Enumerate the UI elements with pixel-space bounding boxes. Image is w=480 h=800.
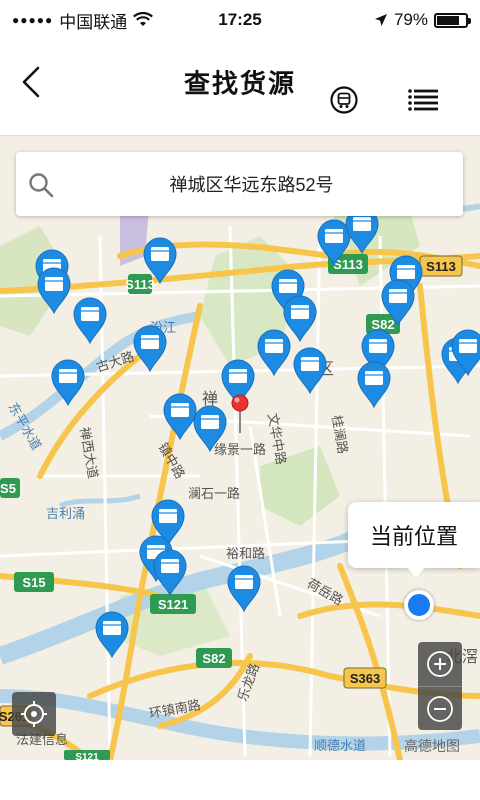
cargo-pin[interactable] xyxy=(450,328,480,376)
map-label: 吉利涌 xyxy=(46,506,85,521)
list-icon[interactable] xyxy=(408,88,438,112)
search-location-marker xyxy=(231,394,249,433)
zoom-in-button[interactable] xyxy=(418,642,462,686)
map-provider-logo: 高德地图 xyxy=(404,738,460,754)
map-label: 顺德水道 xyxy=(314,738,366,753)
cargo-pin[interactable] xyxy=(192,404,228,452)
minus-icon xyxy=(427,695,453,722)
cargo-pin[interactable] xyxy=(152,548,188,596)
zoom-out-button[interactable] xyxy=(418,686,462,730)
locate-me-button[interactable] xyxy=(12,692,56,736)
location-arrow-icon xyxy=(374,14,387,26)
chevron-left-icon[interactable] xyxy=(14,62,54,102)
zoom-controls xyxy=(418,642,462,730)
search-address: 禅城区华远东路52号 xyxy=(169,175,334,195)
search-bar[interactable]: 禅城区华远东路52号 xyxy=(16,152,463,216)
current-location-callout: 当前位置 xyxy=(348,502,480,568)
status-left: ●●●●● 中国联通 xyxy=(12,8,154,33)
road-shield: S82 xyxy=(202,651,225,666)
truck-icon[interactable] xyxy=(330,86,358,114)
road-shield: S15 xyxy=(22,575,45,590)
map-label: 乐龙路 xyxy=(235,661,262,703)
cargo-pin[interactable] xyxy=(226,564,262,612)
map-label: 桂澜路 xyxy=(329,414,351,455)
cargo-pin[interactable] xyxy=(142,236,178,284)
map-label: 荷岳路 xyxy=(305,576,346,608)
road-shield: S121 xyxy=(75,752,99,760)
current-location-dot[interactable] xyxy=(404,590,434,620)
map-view[interactable]: S113 S113 S82 S113 S15 S121 S82 S363 S26… xyxy=(0,136,480,760)
navigation-bar: 查找货源 xyxy=(0,40,480,136)
cargo-pin[interactable] xyxy=(380,278,416,326)
map-label: 禅西大道 xyxy=(77,426,101,480)
road-shield: S5 xyxy=(0,481,16,496)
wifi-icon xyxy=(133,12,154,26)
app-screen: ●●●●● 中国联通 17:25 79% 查找货源 S113 S113 S82 … xyxy=(0,0,480,800)
cargo-pin[interactable] xyxy=(50,358,86,406)
cargo-pin[interactable] xyxy=(94,610,130,658)
cargo-pin[interactable] xyxy=(292,346,328,394)
map-label: 裕和路 xyxy=(226,546,265,561)
map-label: 澜石一路 xyxy=(188,486,240,501)
signal-strength: ●●●●● xyxy=(12,13,54,27)
search-icon xyxy=(29,173,54,198)
callout-tail xyxy=(406,566,426,578)
battery-percent: 79% xyxy=(393,10,428,29)
crosshair-icon xyxy=(21,701,47,727)
cargo-pin[interactable] xyxy=(72,296,108,344)
road-shield: S113 xyxy=(426,259,456,274)
battery-level xyxy=(437,15,459,25)
status-right: 79% xyxy=(374,10,471,30)
map-background: S113 S113 S82 S113 S15 S121 S82 S363 S26… xyxy=(0,176,480,760)
cargo-pin[interactable] xyxy=(256,328,292,376)
battery-icon xyxy=(434,12,471,28)
road-shield: S363 xyxy=(350,671,380,686)
plus-icon xyxy=(427,651,453,677)
carrier-name: 中国联通 xyxy=(59,12,128,32)
cargo-pin[interactable] xyxy=(132,324,168,372)
cargo-pin[interactable] xyxy=(356,360,392,408)
status-bar: ●●●●● 中国联通 17:25 79% xyxy=(0,0,480,40)
cargo-pin[interactable] xyxy=(36,266,72,314)
map-label: 文华中路 xyxy=(265,412,289,466)
road-shield: S121 xyxy=(158,597,188,612)
